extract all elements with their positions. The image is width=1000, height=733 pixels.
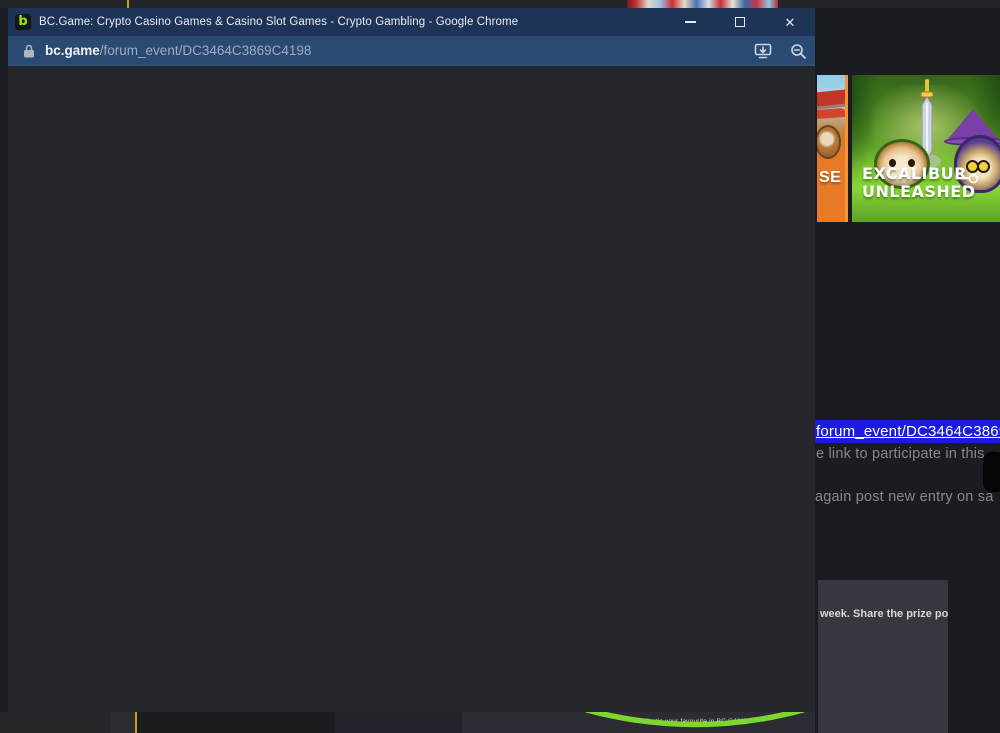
forum-event-link[interactable]: forum_event/DC3464C3869 xyxy=(815,420,1000,443)
close-button[interactable]: ✕ xyxy=(776,8,804,36)
window-title: BC.Game: Crypto Casino Games & Casino Sl… xyxy=(39,8,518,36)
black-rounded-box xyxy=(983,452,1000,492)
forum-post-card: week. Share the prize po xyxy=(818,580,948,733)
popup-window: b BC.Game: Crypto Casino Games & Casino … xyxy=(8,8,815,712)
close-icon: ✕ xyxy=(785,16,796,29)
background-segment xyxy=(137,712,335,733)
text-fragment-participate: e link to participate in this xyxy=(816,446,1000,464)
window-titlebar: b BC.Game: Crypto Casino Games & Casino … xyxy=(8,8,815,36)
game-banner-excalibur[interactable]: EXCALIBUR UNLEASHED xyxy=(852,75,1000,222)
background-banner-sliver xyxy=(627,0,778,8)
minimize-button[interactable] xyxy=(676,8,704,36)
text-fragment-prize: week. Share the prize po xyxy=(820,608,948,620)
background-segment xyxy=(335,712,462,733)
pagoda-roof-art-2 xyxy=(817,108,847,119)
url-text[interactable]: bc.game/forum_event/DC3464C3869C4198 xyxy=(45,36,311,64)
maximize-button[interactable] xyxy=(726,8,754,36)
address-bar[interactable]: bc.game/forum_event/DC3464C3869C4198 xyxy=(8,36,815,66)
url-domain: bc.game xyxy=(45,43,100,58)
background-accent-line xyxy=(127,0,129,8)
pagoda-roof-art xyxy=(817,89,848,108)
banner-title-fragment: SE xyxy=(819,169,841,187)
url-path: /forum_event/DC3464C3869C4198 xyxy=(100,43,312,58)
popup-content-area xyxy=(8,66,815,712)
provider-logo-icon xyxy=(956,171,978,189)
background-top-strip xyxy=(0,0,1000,8)
screen: SE EXCALIBUR UNLEASHED xyxy=(0,0,1000,733)
selected-link-row: forum_event/DC3464C3869 xyxy=(815,420,1000,443)
game-banner-partial[interactable]: SE xyxy=(817,75,848,222)
minimize-icon xyxy=(685,21,696,23)
wizard-hat-art xyxy=(948,109,998,139)
banner-character-art xyxy=(817,125,841,159)
download-icon[interactable] xyxy=(753,41,773,61)
maximize-icon xyxy=(735,17,745,27)
bcgame-favicon: b xyxy=(15,14,31,30)
text-fragment-new-entry: again post new entry on sa xyxy=(815,489,1000,507)
zoom-out-icon[interactable] xyxy=(788,41,808,61)
lock-icon[interactable] xyxy=(23,44,35,63)
background-segment xyxy=(110,712,135,733)
